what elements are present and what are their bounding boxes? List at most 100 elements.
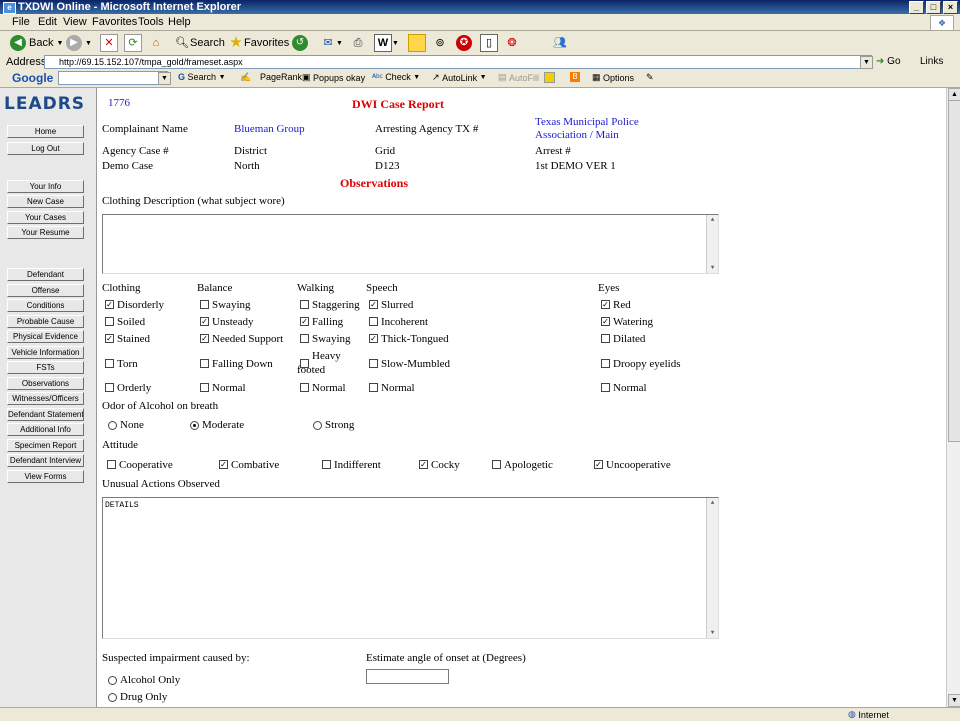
print-icon[interactable]: ⎙ <box>350 35 366 51</box>
attitude-2-checkbox[interactable] <box>322 460 331 469</box>
google-search-input[interactable] <box>58 71 168 85</box>
autolink-button[interactable]: ↗ AutoLink ▼ <box>432 72 487 83</box>
odor-0-radio[interactable] <box>108 421 117 430</box>
clothing-2-checkbox[interactable]: ✓ <box>105 334 114 343</box>
eyes-2-checkbox[interactable] <box>601 334 610 343</box>
nav-defendant-interview-button[interactable]: Defendant Interview <box>7 454 84 467</box>
angle-input[interactable] <box>366 669 449 684</box>
balance-1-checkbox[interactable]: ✓ <box>200 317 209 326</box>
unusual-textarea-scrollbar[interactable]: ▲ ▼ <box>706 498 718 638</box>
nav-physical-evidence-button[interactable]: Physical Evidence <box>7 330 84 343</box>
impairment-1-radio[interactable] <box>108 693 117 702</box>
clothing-4-checkbox[interactable] <box>105 383 114 392</box>
home-icon[interactable]: ⌂ <box>148 35 164 51</box>
menu-file[interactable]: File <box>12 16 30 28</box>
mail-icon[interactable]: ✉ <box>320 35 336 51</box>
odor-2-radio[interactable] <box>313 421 322 430</box>
speech-0-checkbox[interactable]: ✓ <box>369 300 378 309</box>
nav-new-case-button[interactable]: New Case <box>7 195 84 208</box>
nav-conditions-button[interactable]: Conditions <box>7 299 84 312</box>
forward-dropdown-icon[interactable]: ▼ <box>85 40 92 47</box>
speech-4-checkbox[interactable] <box>369 383 378 392</box>
walking-1-checkbox[interactable]: ✓ <box>300 317 309 326</box>
nav-defendant-statement-button[interactable]: Defendant Statement <box>7 408 84 421</box>
folder-icon[interactable] <box>408 34 426 52</box>
attitude-5-checkbox[interactable]: ✓ <box>594 460 603 469</box>
google-search-button[interactable]: G Search ▼ <box>178 72 226 82</box>
research-icon[interactable]: ⊚ <box>432 35 448 51</box>
word-icon[interactable]: W <box>374 34 392 52</box>
nav-vehicle-information-button[interactable]: Vehicle Information <box>7 346 84 359</box>
walking-2-checkbox[interactable] <box>300 334 309 343</box>
walking-0-checkbox[interactable] <box>300 300 309 309</box>
scroll-down-icon[interactable]: ▼ <box>707 263 718 273</box>
nav-witnesses-officers-button[interactable]: Witnesses/Officers <box>7 392 84 405</box>
minimize-button[interactable]: _ <box>909 1 924 14</box>
media-icon[interactable]: ↺ <box>292 35 308 51</box>
page-scrollbar[interactable]: ▲ ▼ <box>946 88 960 707</box>
options-button[interactable]: ▦ Options <box>592 72 634 83</box>
forward-button[interactable]: ▶ ▼ <box>66 34 92 52</box>
scroll-down-icon[interactable]: ▼ <box>707 628 718 638</box>
messenger-icon[interactable]: ✪ <box>456 35 472 51</box>
addon-icon[interactable]: ❂ <box>504 35 520 51</box>
page-icon[interactable]: ▯ <box>480 34 498 52</box>
unusual-actions-textarea[interactable]: DETAILS ▲ ▼ <box>102 497 719 639</box>
highlight-icon[interactable] <box>544 72 555 83</box>
back-button[interactable]: ◀ Back ▼ <box>10 34 63 52</box>
balance-4-checkbox[interactable] <box>200 383 209 392</box>
back-dropdown-icon[interactable]: ▼ <box>56 40 63 47</box>
balance-0-checkbox[interactable] <box>200 300 209 309</box>
search-button[interactable]: 🔍︎ Search <box>174 34 225 52</box>
attitude-1-checkbox[interactable]: ✓ <box>219 460 228 469</box>
users-icon[interactable]: 👥︎ <box>552 35 568 51</box>
balance-2-checkbox[interactable]: ✓ <box>200 334 209 343</box>
go-button[interactable]: ➜ Go <box>876 56 901 67</box>
clothing-3-checkbox[interactable] <box>105 359 114 368</box>
walking-4-checkbox[interactable] <box>300 383 309 392</box>
eyes-0-checkbox[interactable]: ✓ <box>601 300 610 309</box>
stop-icon[interactable]: ✕ <box>100 34 118 52</box>
check-button[interactable]: ᴬᵇᶜ Check ▼ <box>372 72 420 82</box>
page-scroll-thumb[interactable] <box>948 100 960 442</box>
attitude-4-checkbox[interactable] <box>492 460 501 469</box>
menu-tools[interactable]: Tools <box>138 16 164 28</box>
nav-your-resume-button[interactable]: Your Resume <box>7 226 84 239</box>
address-dropdown-icon[interactable]: ▼ <box>860 56 873 69</box>
nav-offense-button[interactable]: Offense <box>7 284 84 297</box>
maximize-button[interactable]: □ <box>926 1 941 14</box>
menu-help[interactable]: Help <box>168 16 191 28</box>
favorites-button[interactable]: ★ Favorites <box>228 34 289 52</box>
blogger-icon[interactable]: B <box>570 72 580 82</box>
refresh-icon[interactable]: ⟳ <box>124 34 142 52</box>
clothing-textarea-scrollbar[interactable]: ▲ ▼ <box>706 215 718 273</box>
clothing-1-checkbox[interactable] <box>105 317 114 326</box>
nav-specimen-report-button[interactable]: Specimen Report <box>7 439 84 452</box>
menu-edit[interactable]: Edit <box>38 16 57 28</box>
nav-defendant-button[interactable]: Defendant <box>7 268 84 281</box>
google-logo[interactable]: Google <box>12 71 53 85</box>
nav-logout-button[interactable]: Log Out <box>7 142 84 155</box>
nav-probable-cause-button[interactable]: Probable Cause <box>7 315 84 328</box>
odor-1-radio[interactable] <box>190 421 199 430</box>
scroll-up-icon[interactable]: ▲ <box>707 498 718 508</box>
pagerank-button[interactable]: PageRank <box>260 72 302 82</box>
address-input[interactable]: http://69.15.152.107/tmpa_gold/frameset.… <box>44 55 872 69</box>
balance-3-checkbox[interactable] <box>200 359 209 368</box>
nav-observations-button[interactable]: Observations <box>7 377 84 390</box>
popups-button[interactable]: ▣ Popups okay <box>302 72 365 83</box>
eyes-1-checkbox[interactable]: ✓ <box>601 317 610 326</box>
attitude-0-checkbox[interactable] <box>107 460 116 469</box>
autofill-button[interactable]: ▤ AutoFill <box>498 72 539 83</box>
menu-view[interactable]: View <box>63 16 87 28</box>
nav-view-forms-button[interactable]: View Forms <box>7 470 84 483</box>
close-button[interactable]: × <box>943 1 958 14</box>
google-dropdown-icon[interactable]: ▼ <box>158 72 171 85</box>
eyes-4-checkbox[interactable] <box>601 383 610 392</box>
scroll-up-icon[interactable]: ▲ <box>707 215 718 225</box>
impairment-0-radio[interactable] <box>108 676 117 685</box>
news-icon[interactable]: ✍ <box>240 72 251 83</box>
nav-your-info-button[interactable]: Your Info <box>7 180 84 193</box>
menu-favorites[interactable]: Favorites <box>92 16 137 28</box>
attitude-3-checkbox[interactable]: ✓ <box>419 460 428 469</box>
